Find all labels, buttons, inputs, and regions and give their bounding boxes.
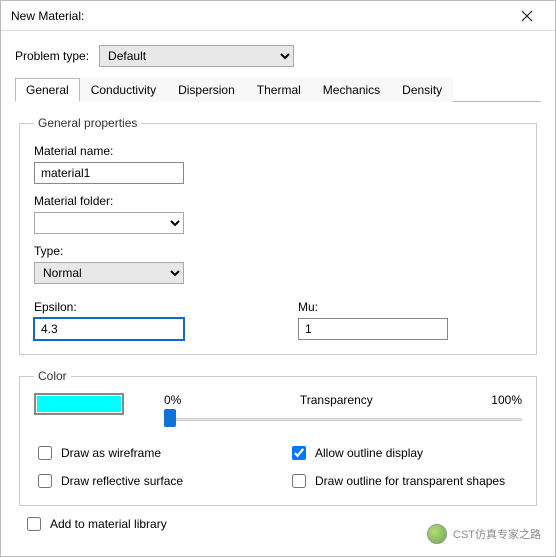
close-icon xyxy=(521,10,533,22)
material-name-label: Material name: xyxy=(34,144,522,158)
color-swatch-button[interactable] xyxy=(34,393,124,415)
tab-general[interactable]: General xyxy=(15,78,80,102)
transparency-0: 0% xyxy=(164,393,181,407)
draw-outline-transparent-input[interactable] xyxy=(292,474,306,488)
close-button[interactable] xyxy=(507,2,547,30)
type-label: Type: xyxy=(34,244,522,258)
draw-wireframe-label: Draw as wireframe xyxy=(61,446,161,460)
allow-outline-input[interactable] xyxy=(292,446,306,460)
tab-conductivity[interactable]: Conductivity xyxy=(80,78,167,102)
draw-wireframe-checkbox[interactable]: Draw as wireframe xyxy=(34,443,268,463)
draw-outline-transparent-label: Draw outline for transparent shapes xyxy=(315,474,505,488)
general-legend: General properties xyxy=(34,116,141,130)
transparency-slider[interactable] xyxy=(164,409,522,429)
transparency-label: Transparency xyxy=(300,393,373,407)
tab-density[interactable]: Density xyxy=(391,78,453,102)
material-name-input[interactable] xyxy=(34,162,184,184)
draw-reflective-checkbox[interactable]: Draw reflective surface xyxy=(34,471,268,491)
tab-dispersion[interactable]: Dispersion xyxy=(167,78,246,102)
problem-type-select[interactable]: Default xyxy=(99,45,294,67)
epsilon-input[interactable] xyxy=(34,318,184,340)
allow-outline-label: Allow outline display xyxy=(315,446,423,460)
color-group: Color 0% Transparency 100% xyxy=(19,369,537,506)
window-title: New Material: xyxy=(11,9,84,23)
mu-label: Mu: xyxy=(298,300,522,314)
titlebar: New Material: xyxy=(1,1,555,31)
tab-thermal[interactable]: Thermal xyxy=(246,78,312,102)
problem-type-label: Problem type: xyxy=(15,49,89,63)
transparency-area: 0% Transparency 100% xyxy=(164,393,522,429)
add-to-library-label: Add to material library xyxy=(50,517,167,531)
problem-type-row: Problem type: Default xyxy=(15,45,541,67)
watermark-text: CST仿真专家之路 xyxy=(453,526,541,542)
transparency-100: 100% xyxy=(491,393,522,407)
draw-outline-transparent-checkbox[interactable]: Draw outline for transparent shapes xyxy=(288,471,522,491)
general-properties-group: General properties Material name: Materi… xyxy=(19,116,537,355)
epsilon-label: Epsilon: xyxy=(34,300,258,314)
tab-strip: General Conductivity Dispersion Thermal … xyxy=(15,77,541,102)
new-material-dialog: New Material: Problem type: Default Gene… xyxy=(0,0,556,557)
type-select[interactable]: Normal xyxy=(34,262,184,284)
mu-input[interactable] xyxy=(298,318,448,340)
add-to-library-input[interactable] xyxy=(27,517,41,531)
draw-reflective-label: Draw reflective surface xyxy=(61,474,183,488)
draw-wireframe-input[interactable] xyxy=(38,446,52,460)
watermark-icon xyxy=(427,524,447,544)
material-folder-label: Material folder: xyxy=(34,194,522,208)
watermark: CST仿真专家之路 xyxy=(427,524,541,544)
allow-outline-checkbox[interactable]: Allow outline display xyxy=(288,443,522,463)
slider-thumb[interactable] xyxy=(164,409,176,427)
tab-mechanics[interactable]: Mechanics xyxy=(312,78,391,102)
material-folder-select[interactable] xyxy=(34,212,184,234)
dialog-content: Problem type: Default General Conductivi… xyxy=(1,31,555,548)
draw-reflective-input[interactable] xyxy=(38,474,52,488)
slider-track xyxy=(164,418,522,421)
color-legend: Color xyxy=(34,369,71,383)
